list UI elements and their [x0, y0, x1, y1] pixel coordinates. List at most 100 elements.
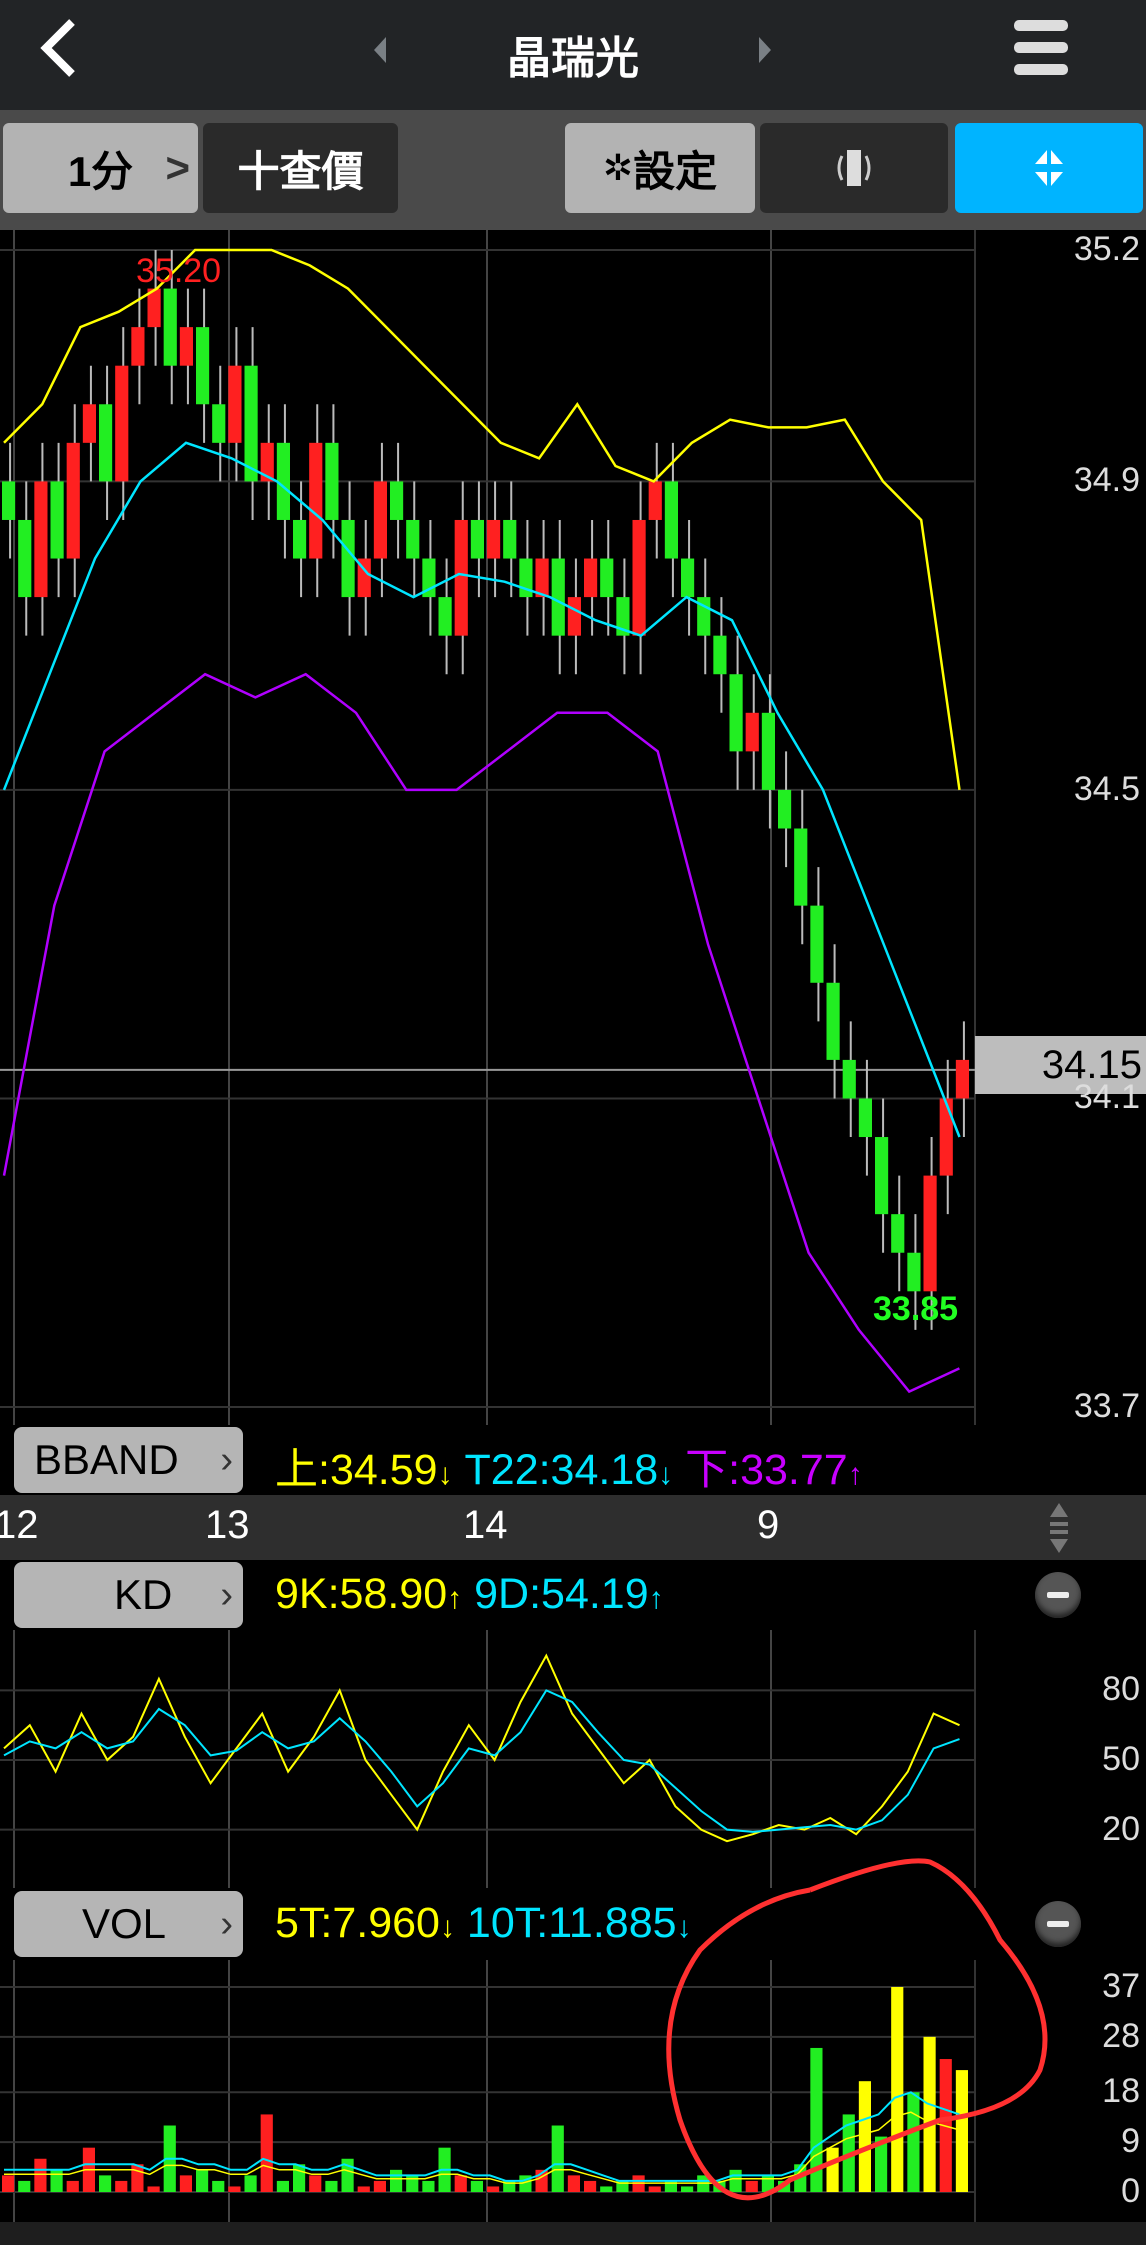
period-label: 1分: [67, 147, 134, 195]
candle-body: [810, 905, 824, 983]
candle-body: [454, 519, 468, 636]
candle-body: [842, 1059, 856, 1099]
x-tick: 14: [463, 1503, 508, 1547]
x-tick: 9: [757, 1503, 780, 1547]
x-tick: 12: [0, 1503, 39, 1547]
candle-body: [244, 365, 258, 482]
candle-body: [293, 519, 307, 559]
candle-body: [66, 442, 80, 559]
candle-body: [131, 327, 145, 366]
bband-mid-value: T22:34.18: [464, 1446, 659, 1494]
candle-body: [600, 558, 614, 598]
candle-body: [761, 712, 775, 790]
vol-button[interactable]: VOL ›: [14, 1891, 243, 1957]
candle-body: [406, 519, 420, 559]
quote-button[interactable]: 十查價: [203, 123, 398, 213]
toolbar: 1分 > 十查價 ✲ 設定: [0, 110, 1146, 230]
rotate-button[interactable]: [760, 123, 948, 213]
candle-body: [681, 558, 695, 598]
candle-body: [487, 519, 501, 559]
bband-upper-value: 上:34.59: [275, 1446, 438, 1494]
volume-bar: [244, 2175, 257, 2192]
kd-tick: 80: [1102, 1670, 1140, 1709]
volume-bar: [131, 2164, 144, 2192]
volume-bar: [422, 2180, 435, 2192]
volume-bar: [373, 2180, 386, 2192]
price-chart[interactable]: [0, 230, 1146, 1425]
menu-hamburger-icon[interactable]: [1012, 18, 1072, 78]
candle-body: [179, 327, 193, 366]
volume-bar: [147, 2186, 160, 2192]
low-price-label: 33.85: [873, 1290, 959, 1328]
candle-body: [923, 1175, 937, 1292]
rotate-icon: [837, 150, 871, 186]
candle-body: [309, 442, 323, 559]
candle-body: [18, 519, 32, 598]
resize-handle-icon[interactable]: [1046, 1501, 1072, 1555]
price-tick: 34.5: [1073, 769, 1140, 808]
candle-body: [373, 481, 387, 559]
next-stock-triangle-icon[interactable]: [755, 35, 775, 65]
volume-bar: [34, 2158, 47, 2192]
volume-bar: [567, 2175, 580, 2192]
price-tick: 34.1: [1073, 1078, 1140, 1117]
candle-body: [163, 288, 177, 366]
bband-button-label: BBAND: [34, 1436, 179, 1483]
volume-bar: [600, 2186, 613, 2192]
arrow-up-icon: ↑: [447, 1582, 463, 1615]
volume-bar: [179, 2175, 192, 2192]
bband-button[interactable]: BBAND ›: [14, 1427, 243, 1493]
candle-body: [438, 597, 452, 636]
price-tick: 33.7: [1073, 1387, 1140, 1425]
candle-body: [228, 365, 242, 443]
candle-body: [212, 404, 226, 443]
volume-bar: [50, 2169, 63, 2192]
arrow-down-icon: ↓: [439, 1911, 455, 1944]
volume-bar: [99, 2175, 112, 2192]
arrow-down-icon: ↓: [437, 1458, 453, 1491]
candle-body: [115, 365, 129, 482]
collapse-button[interactable]: [955, 123, 1143, 213]
candle-body: [196, 327, 210, 405]
bband-lower-line: [2, 672, 960, 1394]
kd-d-line: [3, 1689, 960, 1833]
candle-body: [729, 674, 743, 752]
candle-body: [632, 519, 646, 636]
candle-body: [891, 1214, 905, 1253]
volume-bar: [115, 2180, 128, 2192]
candle-body: [778, 789, 792, 829]
candle-body: [794, 828, 808, 906]
kd-tick: 50: [1102, 1740, 1140, 1778]
candle-body: [955, 1059, 969, 1099]
period-button[interactable]: 1分 >: [3, 123, 198, 213]
volume-bar: [260, 2114, 273, 2192]
chevron-right-icon: ›: [220, 1573, 233, 1616]
candle-body: [50, 481, 64, 559]
candle-body: [567, 597, 581, 636]
vol-tick: 37: [1102, 1967, 1140, 2005]
candle-body: [34, 481, 48, 598]
remove-kd-minus-icon[interactable]: [1035, 1572, 1081, 1618]
candle-body: [503, 519, 517, 559]
red-circle-annotation: [666, 1858, 1048, 2201]
time-axis: 12 13 14 9: [0, 1495, 1146, 1560]
candle-body: [470, 519, 484, 559]
arrow-down-icon: ↓: [658, 1458, 674, 1491]
volume-bar: [228, 2186, 241, 2192]
candle-body: [535, 558, 549, 598]
bband-legend-row: BBAND › 上:34.59↓ T22:34.18↓ 下:33.77↑: [0, 1425, 975, 1495]
volume-bar: [584, 2180, 597, 2192]
candle-body: [648, 481, 662, 520]
volume-bar: [470, 2180, 483, 2192]
candle-body: [584, 558, 598, 598]
settings-button[interactable]: ✲ 設定: [565, 123, 755, 213]
kd-button[interactable]: KD ›: [14, 1562, 243, 1628]
candle-body: [907, 1252, 921, 1292]
bband-lower-value: 下:33.77: [685, 1446, 848, 1494]
volume-bar: [18, 2180, 31, 2192]
volume-bar: [406, 2175, 419, 2192]
candle-body: [551, 558, 565, 636]
volume-bar: [66, 2180, 79, 2192]
vol-ma5-value: 5T:7.960: [275, 1899, 440, 1947]
kd-d-value: 9D:54.19: [474, 1570, 649, 1618]
